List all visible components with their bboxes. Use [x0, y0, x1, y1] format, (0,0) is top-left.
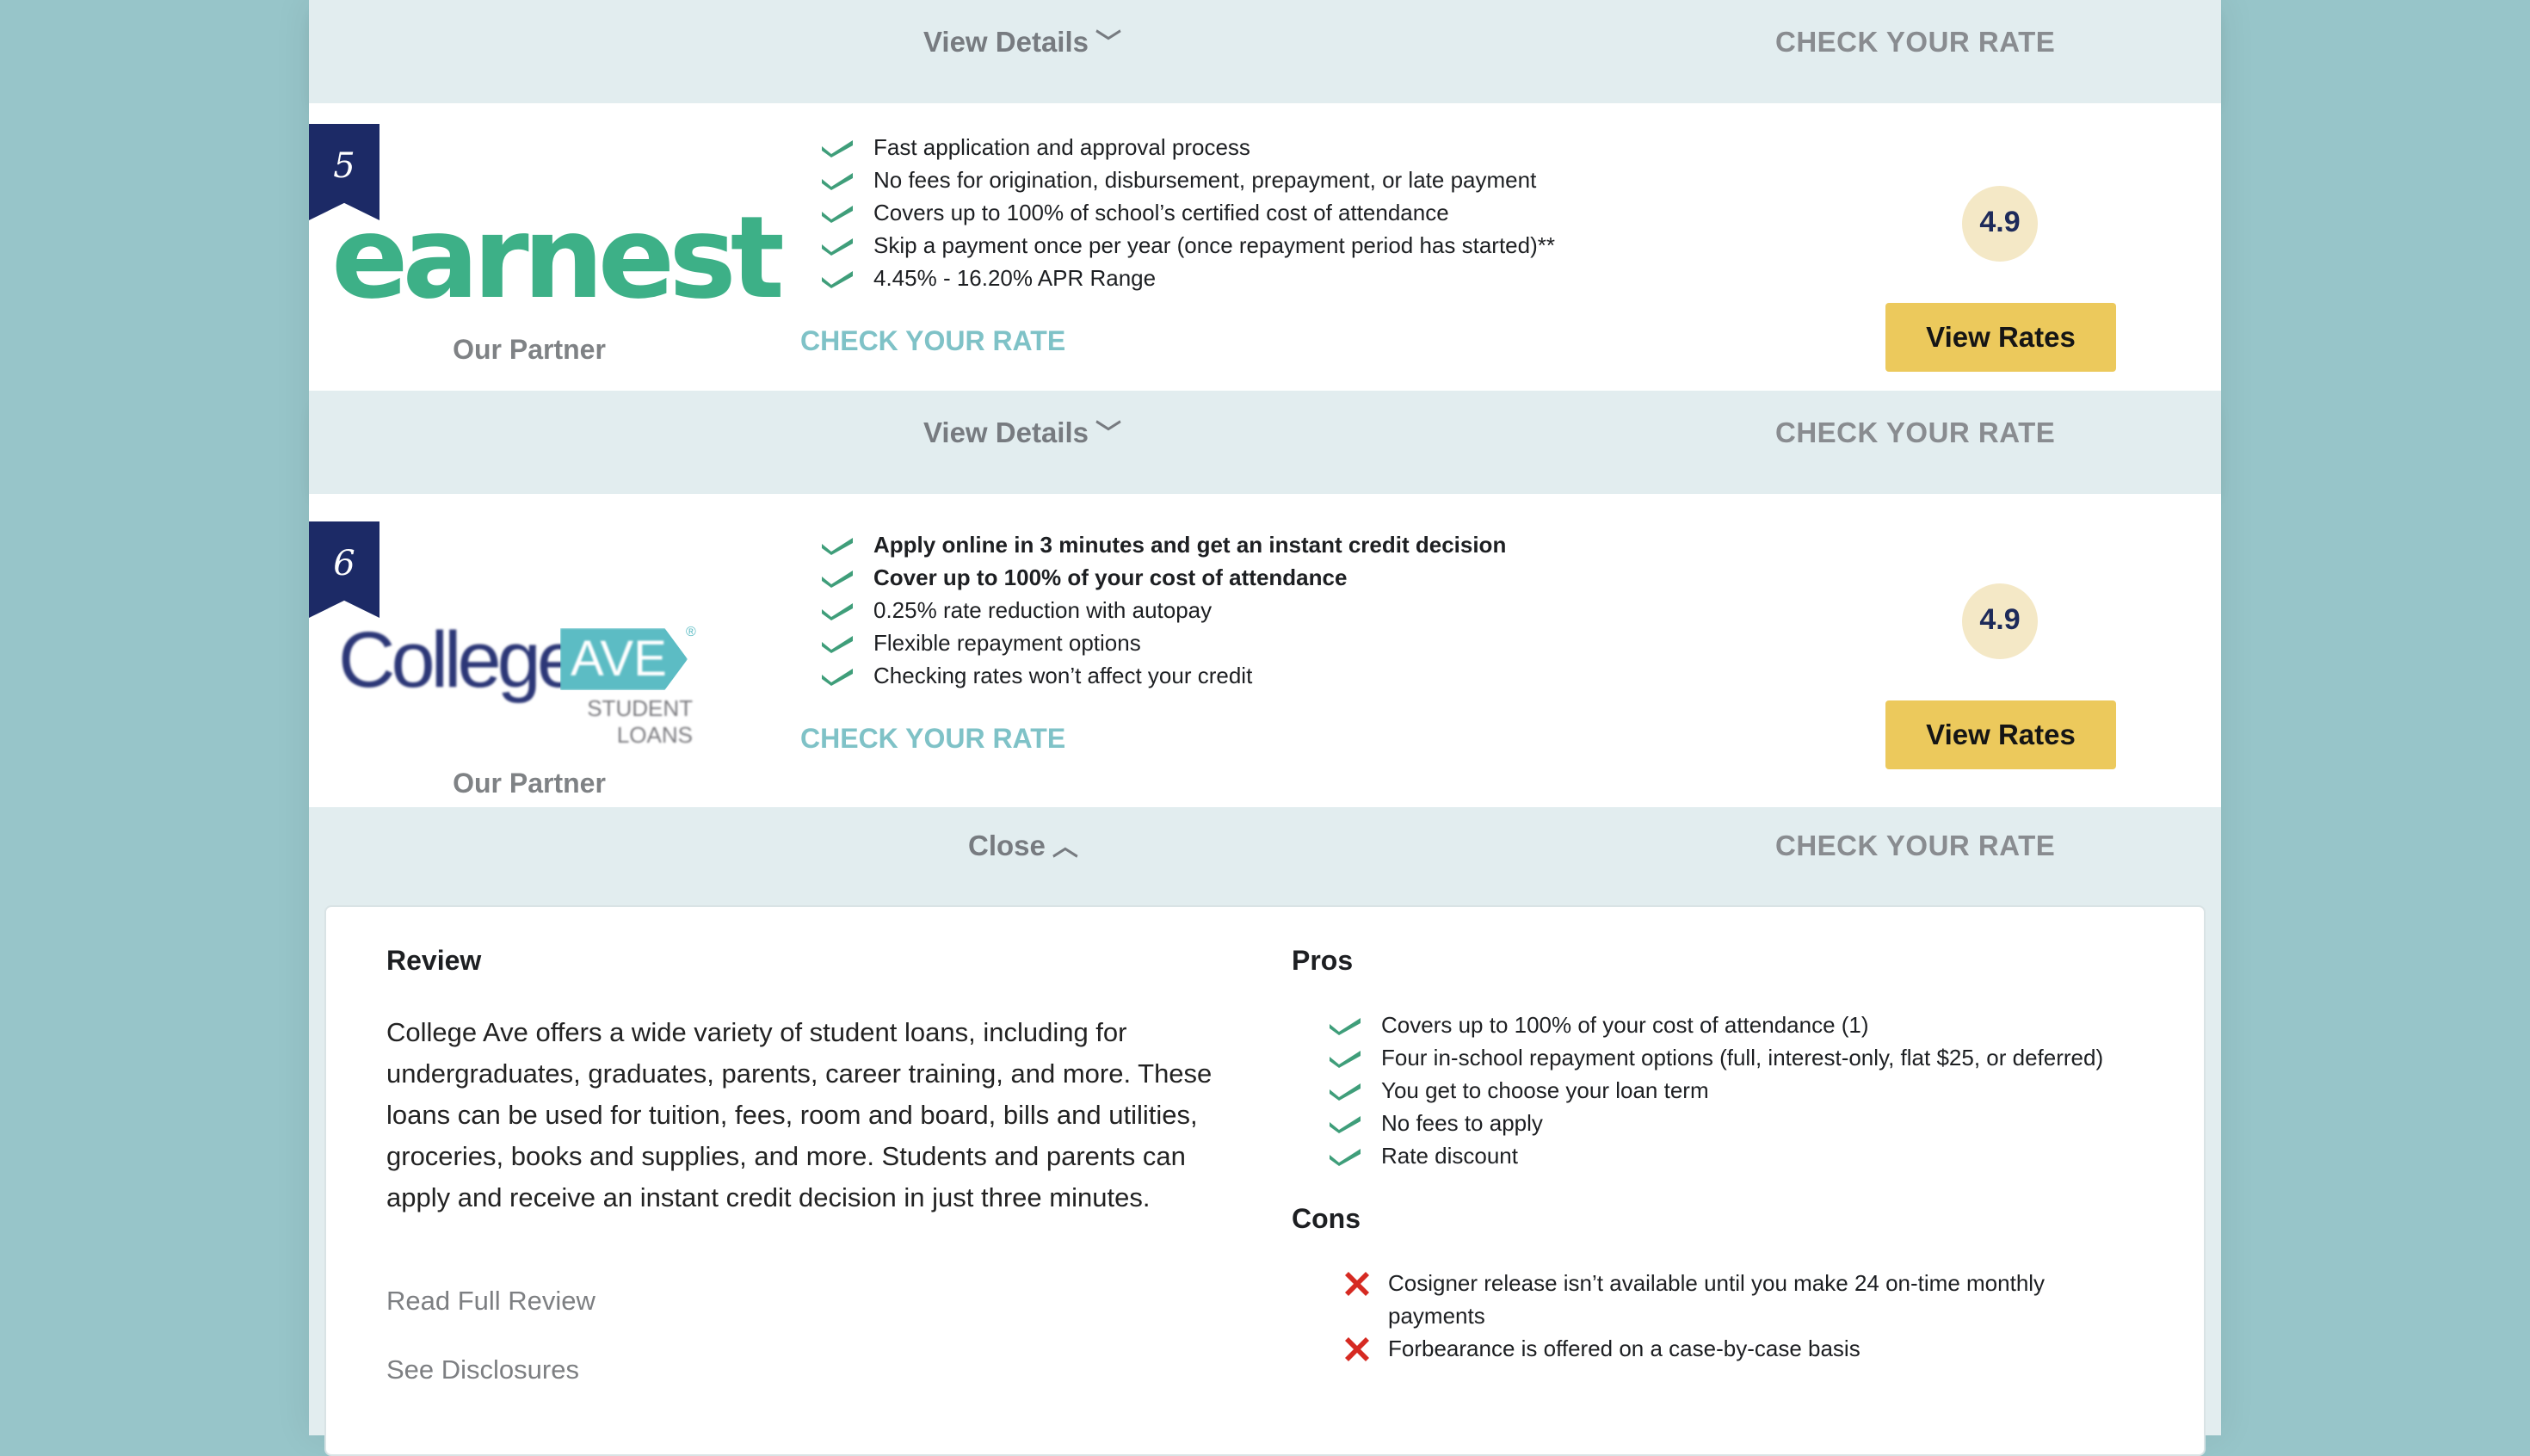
- earnest-logo[interactable]: earnest: [331, 201, 785, 315]
- pro-text: Four in-school repayment options (full, …: [1381, 1045, 2104, 1070]
- list-item: No fees to apply: [1328, 1107, 2103, 1139]
- logo-ave-text: AVE: [560, 628, 688, 690]
- card-4-footer-bar: View Details ﹀ CHECK YOUR RATE: [309, 0, 2221, 103]
- list-item: You get to choose your loan term: [1328, 1074, 2103, 1107]
- list-item: Flexible repayment options: [820, 626, 1506, 659]
- card-5-footer-bar: View Details ﹀ CHECK YOUR RATE: [309, 391, 2221, 494]
- list-item: Rate discount: [1328, 1139, 2103, 1172]
- feature-text: Checking rates won’t affect your credit: [873, 663, 1253, 688]
- checkmark-icon: [820, 567, 855, 588]
- checkmark-icon: [1328, 1047, 1362, 1068]
- pros-list: Covers up to 100% of your cost of attend…: [1328, 1009, 2103, 1172]
- checkmark-icon: [820, 202, 855, 223]
- list-item: Covers up to 100% of school’s certified …: [820, 196, 1555, 229]
- view-details-toggle[interactable]: View Details ﹀: [923, 391, 1121, 494]
- feature-text: Flexible repayment options: [873, 630, 1141, 656]
- checkmark-icon: [1328, 1145, 1362, 1166]
- partner-label: Our Partner: [453, 334, 606, 365]
- check-your-rate-link[interactable]: CHECK YOUR RATE: [1775, 0, 2055, 103]
- checkmark-icon: [1328, 1015, 1362, 1035]
- pro-text: You get to choose your loan term: [1381, 1077, 1709, 1103]
- checkmark-icon: [820, 137, 855, 157]
- chevron-down-icon: ﹀: [1095, 420, 1121, 448]
- pros-heading: Pros: [1292, 945, 1354, 976]
- see-disclosures-link[interactable]: See Disclosures: [386, 1354, 579, 1385]
- feature-text: Cover up to 100% of your cost of attenda…: [873, 565, 1348, 590]
- partner-label: Our Partner: [453, 768, 606, 799]
- con-text: Cosigner release isn’t available until y…: [1388, 1270, 2046, 1329]
- cons-heading: Cons: [1292, 1203, 1361, 1234]
- lender-card-earnest: 5 earnest Our Partner Fast application a…: [309, 103, 2221, 391]
- feature-text: No fees for origination, disbursement, p…: [873, 167, 1537, 193]
- lender-card-college-ave: 6 College AVE ® STUDENT LOANS Our Partne…: [309, 494, 2221, 807]
- feature-list: Fast application and approval process No…: [820, 131, 1555, 294]
- list-item: Cover up to 100% of your cost of attenda…: [820, 561, 1506, 594]
- review-text: College Ave offers a wide variety of stu…: [386, 1017, 1213, 1212]
- feature-text: 4.45% - 16.20% APR Range: [873, 265, 1157, 291]
- chevron-down-icon: ﹀: [1095, 29, 1121, 58]
- cons-list: Cosigner release isn’t available until y…: [1342, 1267, 2082, 1365]
- x-mark-icon: [1342, 1268, 1373, 1299]
- list-item: Checking rates won’t affect your credit: [820, 659, 1506, 692]
- checkmark-icon: [820, 534, 855, 555]
- checkmark-icon: [1328, 1113, 1362, 1133]
- feature-list: Apply online in 3 minutes and get an ins…: [820, 528, 1506, 692]
- list-item: Skip a payment once per year (once repay…: [820, 229, 1555, 262]
- view-rates-button[interactable]: View Rates: [1885, 303, 2116, 372]
- logo-subtitle: STUDENT LOANS: [587, 695, 693, 748]
- list-item: Forbearance is offered on a case-by-case…: [1342, 1332, 2082, 1365]
- logo-college-text: College: [338, 616, 581, 704]
- rank-badge: 6: [309, 521, 380, 618]
- pro-text: Rate discount: [1381, 1143, 1518, 1169]
- checkmark-icon: [820, 600, 855, 620]
- chevron-up-icon: ︿: [1052, 833, 1078, 861]
- details-content: Review College Ave offers a wide variety…: [324, 905, 2206, 1456]
- close-label: Close: [968, 830, 1046, 861]
- checkmark-icon: [820, 268, 855, 288]
- results-column: View Details ﹀ CHECK YOUR RATE 5 earnest …: [309, 0, 2221, 1456]
- list-item: Cosigner release isn’t available until y…: [1342, 1267, 2082, 1332]
- list-item: No fees for origination, disbursement, p…: [820, 163, 1555, 196]
- feature-text: Fast application and approval process: [873, 134, 1250, 160]
- list-item: Four in-school repayment options (full, …: [1328, 1041, 2103, 1074]
- x-mark-icon: [1342, 1334, 1373, 1365]
- checkmark-icon: [820, 235, 855, 256]
- check-your-rate-link[interactable]: CHECK YOUR RATE: [800, 723, 1065, 755]
- check-your-rate-link[interactable]: CHECK YOUR RATE: [1775, 804, 2055, 907]
- feature-text: Skip a payment once per year (once repay…: [873, 232, 1555, 258]
- checkmark-icon: [820, 170, 855, 190]
- list-item: 0.25% rate reduction with autopay: [820, 594, 1506, 626]
- list-item: Apply online in 3 minutes and get an ins…: [820, 528, 1506, 561]
- read-full-review-link[interactable]: Read Full Review: [386, 1286, 595, 1317]
- checkmark-icon: [820, 665, 855, 686]
- view-details-toggle[interactable]: View Details ﹀: [923, 0, 1121, 103]
- review-heading: Review: [386, 945, 482, 976]
- registered-icon: ®: [686, 625, 696, 639]
- view-rates-button[interactable]: View Rates: [1885, 700, 2116, 769]
- feature-text: 0.25% rate reduction with autopay: [873, 597, 1213, 623]
- college-ave-logo[interactable]: College AVE ® STUDENT LOANS: [338, 613, 700, 748]
- checkmark-icon: [1328, 1080, 1362, 1101]
- rating-badge: 4.9: [1962, 583, 2038, 659]
- check-your-rate-link[interactable]: CHECK YOUR RATE: [800, 325, 1065, 357]
- view-details-label: View Details: [923, 416, 1089, 448]
- feature-text: Covers up to 100% of school’s certified …: [873, 200, 1449, 225]
- pro-text: No fees to apply: [1381, 1110, 1543, 1136]
- rating-badge: 4.9: [1962, 186, 2038, 262]
- con-text: Forbearance is offered on a case-by-case…: [1388, 1336, 1860, 1361]
- check-your-rate-link[interactable]: CHECK YOUR RATE: [1775, 391, 2055, 494]
- list-item: 4.45% - 16.20% APR Range: [820, 262, 1555, 294]
- list-item: Fast application and approval process: [820, 131, 1555, 163]
- list-item: Covers up to 100% of your cost of attend…: [1328, 1009, 2103, 1041]
- checkmark-icon: [820, 632, 855, 653]
- pro-text: Covers up to 100% of your cost of attend…: [1381, 1012, 1869, 1038]
- close-toggle[interactable]: Close ︿: [968, 804, 1078, 907]
- view-details-label: View Details: [923, 26, 1089, 58]
- feature-text: Apply online in 3 minutes and get an ins…: [873, 532, 1507, 558]
